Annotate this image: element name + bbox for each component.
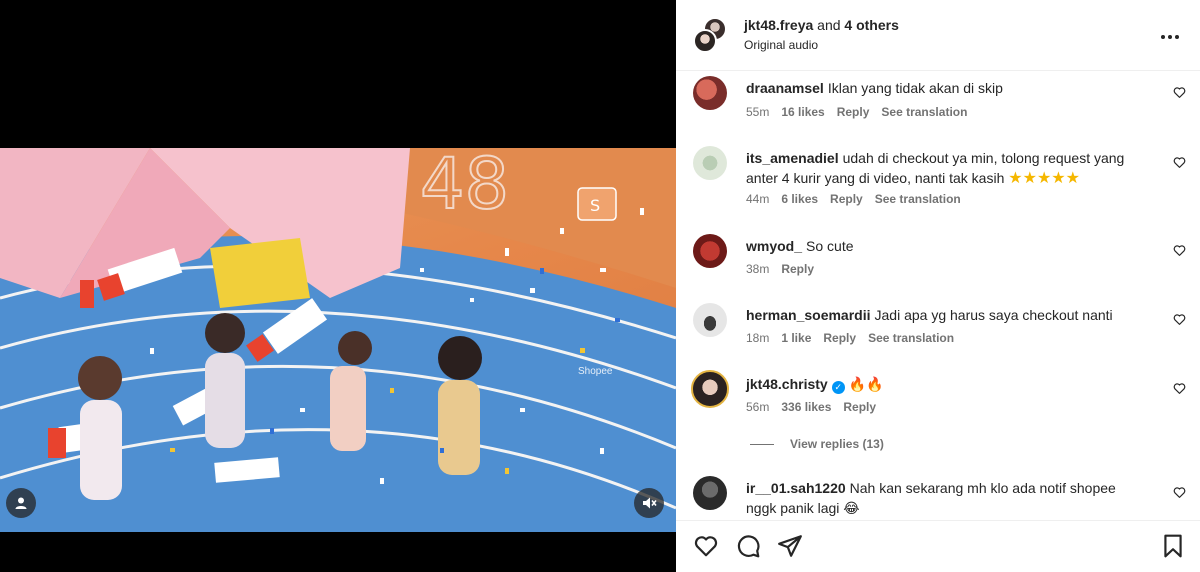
comment-likes[interactable]: 336 likes [781, 400, 831, 414]
star-emojis: ★★★★★ [1008, 170, 1080, 187]
more-horizontal-icon [1161, 35, 1179, 39]
comment-meta: 38m Reply [746, 262, 814, 276]
view-replies-button[interactable]: View replies (13) [750, 437, 884, 451]
comment-meta: 18m 1 like Reply See translation [746, 331, 954, 345]
divider [750, 443, 774, 445]
share-icon[interactable] [777, 533, 803, 559]
comment-text: herman_soemardii Jadi apa yg harus saya c… [746, 305, 1141, 325]
comment-meta: 44m 6 likes Reply See translation [746, 192, 961, 206]
post-header: jkt48.freya and 4 others Original audio [676, 0, 1200, 71]
comment-item: herman_soemardii Jadi apa yg harus saya c… [676, 301, 1200, 371]
avatar [693, 29, 717, 53]
comment-item: its_amenadiel udah di checkout ya min, to… [676, 144, 1200, 232]
comment-body: So cute [806, 238, 854, 254]
comment-icon[interactable] [735, 533, 761, 559]
comment-username[interactable]: herman_soemardii [746, 307, 871, 323]
video-frame: 48 S [0, 148, 676, 532]
media-pane: 48 S Shopee [0, 0, 676, 572]
author-connector: and [817, 17, 841, 33]
comment-time: 44m [746, 192, 770, 206]
shopee-watermark: Shopee [578, 366, 613, 377]
comment-text: wmyod_ So cute [746, 236, 1141, 256]
avatar[interactable] [693, 476, 727, 510]
heart-icon[interactable] [1173, 486, 1186, 499]
avatar[interactable] [693, 234, 727, 268]
comment-body: 🔥🔥 [848, 376, 884, 392]
reply-button[interactable]: Reply [837, 105, 870, 119]
svg-text:48: 48 [420, 148, 509, 225]
user-icon [15, 497, 27, 509]
comment-text: its_amenadiel udah di checkout ya min, to… [746, 148, 1141, 189]
view-replies-label: View replies (13) [790, 437, 884, 451]
heart-icon[interactable] [1173, 156, 1186, 169]
avatar[interactable] [693, 76, 727, 110]
reply-button[interactable]: Reply [843, 400, 876, 414]
comment-username[interactable]: ir__01.sah1220 [746, 480, 846, 496]
mute-toggle-button[interactable] [634, 488, 664, 518]
comment-username[interactable]: wmyod_ [746, 238, 802, 254]
comment-item: ir__01.sah1220 Nah kan sekarang mh klo ad… [676, 474, 1200, 520]
avatar[interactable] [693, 303, 727, 337]
svg-text:S: S [590, 196, 600, 215]
comment-item: draanamsel Iklan yang tidak akan di skip … [676, 74, 1200, 144]
avatar[interactable] [691, 370, 729, 408]
comment-text: draanamsel Iklan yang tidak akan di skip [746, 78, 1141, 98]
audio-link[interactable]: Original audio [744, 38, 818, 52]
heart-icon[interactable] [693, 533, 719, 559]
reply-button[interactable]: Reply [823, 331, 856, 345]
comment-meta: 56m 336 likes Reply [746, 400, 876, 414]
video-player[interactable]: 48 S Shopee [0, 148, 676, 532]
comment-username[interactable]: jkt48.christy [746, 376, 828, 392]
comment-likes[interactable]: 6 likes [781, 192, 818, 206]
post-panel: jkt48.freya and 4 others Original audio … [676, 0, 1200, 572]
heart-icon[interactable] [1173, 86, 1186, 99]
comment-text: jkt48.christy ✓ 🔥🔥 [746, 374, 1141, 394]
reply-button[interactable]: Reply [781, 262, 814, 276]
heart-icon[interactable] [1173, 244, 1186, 257]
comment-text: ir__01.sah1220 Nah kan sekarang mh klo ad… [746, 478, 1141, 518]
comment-username[interactable]: draanamsel [746, 80, 824, 96]
author-username[interactable]: jkt48.freya [744, 17, 813, 33]
muted-speaker-icon [643, 497, 657, 509]
see-translation-button[interactable]: See translation [875, 192, 961, 206]
comment-body: Iklan yang tidak akan di skip [827, 80, 1003, 96]
comment-time: 38m [746, 262, 770, 276]
post-authors: jkt48.freya and 4 others [744, 17, 899, 33]
verified-badge-icon: ✓ [831, 381, 845, 394]
tagged-users-button[interactable] [6, 488, 36, 518]
collab-avatars[interactable] [693, 17, 729, 53]
post-actions-bar [676, 520, 1200, 572]
avatar[interactable] [693, 146, 727, 180]
others-link[interactable]: 4 others [844, 17, 898, 33]
bookmark-icon[interactable] [1160, 533, 1186, 559]
comment-time: 56m [746, 400, 770, 414]
comment-likes[interactable]: 1 like [781, 331, 811, 345]
comment-likes[interactable]: 16 likes [781, 105, 824, 119]
comments-list[interactable]: draanamsel Iklan yang tidak akan di skip … [676, 72, 1200, 520]
more-options-button[interactable] [1160, 24, 1180, 45]
comment-body: Jadi apa yg harus saya checkout nanti [874, 307, 1113, 323]
see-translation-button[interactable]: See translation [868, 331, 954, 345]
comment-item: wmyod_ So cute 38m Reply [676, 232, 1200, 302]
comment-username[interactable]: its_amenadiel [746, 150, 839, 166]
comment-time: 18m [746, 331, 770, 345]
comment-time: 55m [746, 105, 770, 119]
comment-meta: 55m 16 likes Reply See translation [746, 105, 967, 119]
reply-button[interactable]: Reply [830, 192, 863, 206]
heart-icon[interactable] [1173, 382, 1186, 395]
heart-icon[interactable] [1173, 313, 1186, 326]
comment-item: jkt48.christy ✓ 🔥🔥 56m 336 likes Reply [676, 370, 1200, 440]
see-translation-button[interactable]: See translation [881, 105, 967, 119]
